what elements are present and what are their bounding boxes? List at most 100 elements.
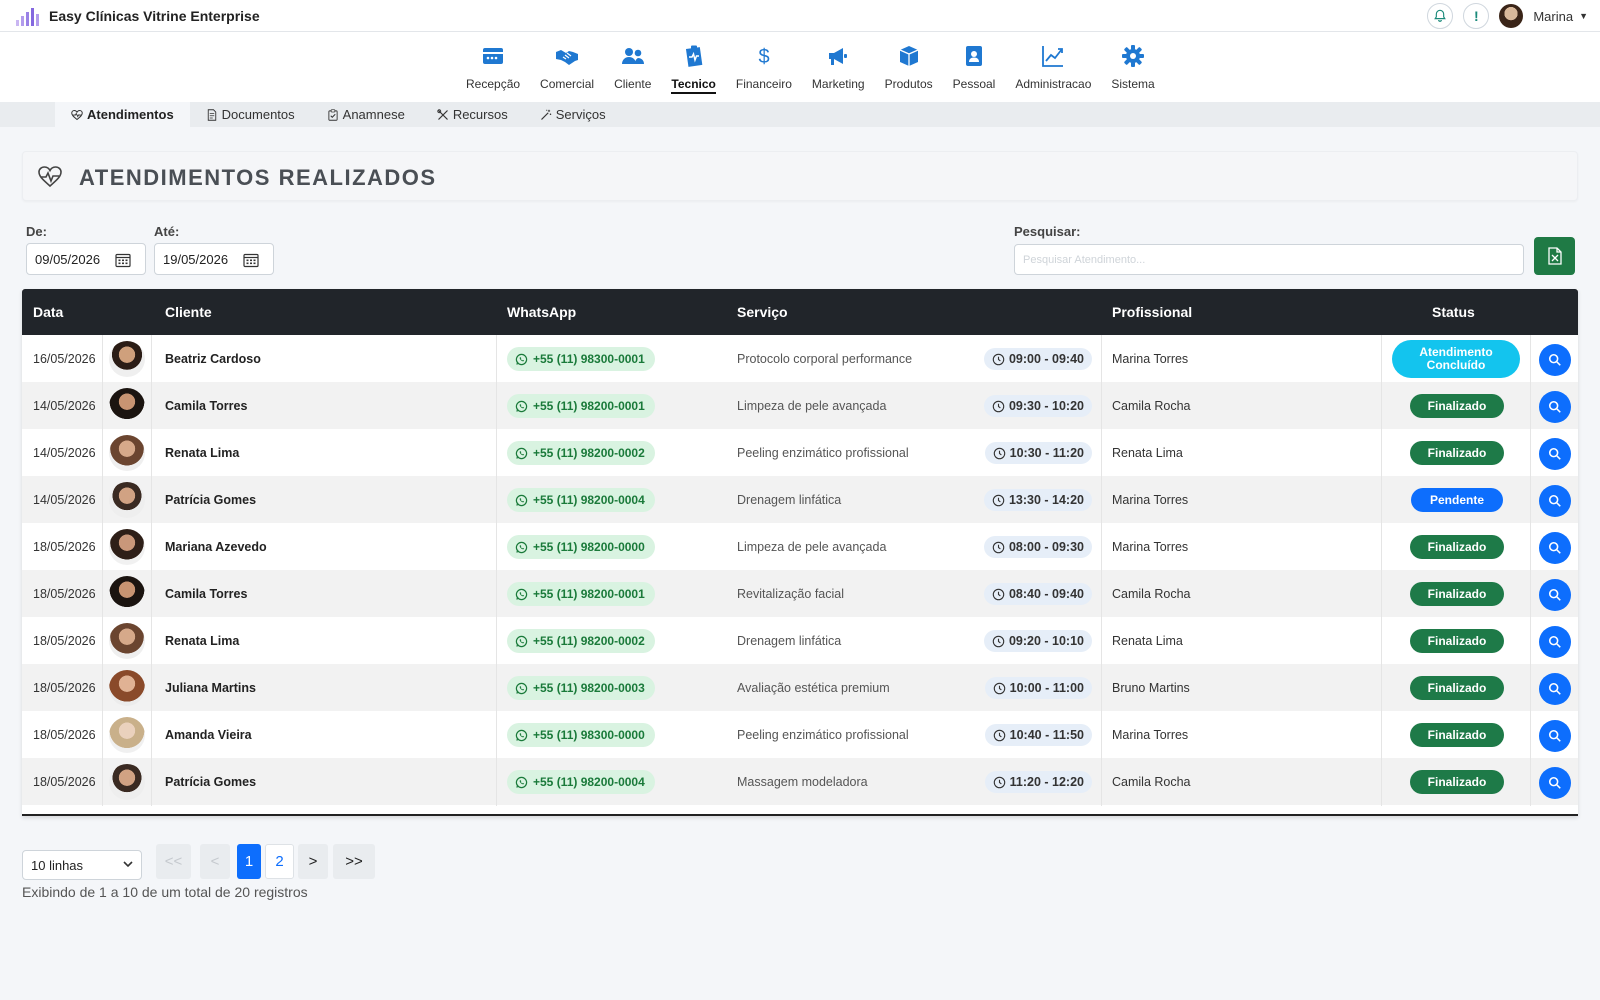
whatsapp-link[interactable]: +55 (11) 98200-0001	[507, 582, 655, 606]
table-row: 18/05/2026 Juliana Martins +55 (11) 9820…	[22, 664, 1578, 712]
whatsapp-link[interactable]: +55 (11) 98200-0002	[507, 629, 655, 653]
whatsapp-link[interactable]: +55 (11) 98200-0004	[507, 770, 655, 794]
view-details-button[interactable]	[1539, 767, 1571, 799]
professional-name: Camila Rocha	[1112, 775, 1191, 789]
client-avatar-cell	[109, 664, 145, 712]
header-date[interactable]: Data	[33, 304, 63, 320]
professional-name: Camila Rocha	[1112, 587, 1191, 601]
nav-item-administracao[interactable]: Administracao	[1005, 44, 1101, 94]
page-1-button[interactable]: 1	[237, 844, 261, 879]
chevron-down-icon[interactable]: ▼	[1579, 11, 1588, 21]
client-name: Patrícia Gomes	[165, 775, 257, 789]
header-service[interactable]: Serviço	[737, 304, 788, 320]
calendar-icon[interactable]	[115, 252, 131, 268]
view-details-button[interactable]	[1539, 673, 1571, 705]
export-excel-button[interactable]	[1534, 237, 1575, 275]
nav-label: Financeiro	[735, 77, 792, 91]
search-label: Pesquisar:	[1014, 224, 1081, 239]
view-details-button[interactable]	[1539, 485, 1571, 517]
time-range: 09:20 - 10:10	[1008, 634, 1084, 648]
prev-page-button[interactable]: <	[200, 844, 230, 879]
nav-item-cliente[interactable]: Cliente	[604, 44, 661, 94]
first-page-button[interactable]: <<	[156, 844, 191, 879]
search-input[interactable]	[1014, 244, 1524, 275]
column-divider	[1381, 476, 1382, 524]
whatsapp-link[interactable]: +55 (11) 98200-0004	[507, 488, 655, 512]
from-date-value: 09/05/2026	[35, 251, 101, 267]
page-2-button[interactable]: 2	[265, 844, 294, 879]
clock-icon	[993, 729, 1006, 742]
tab-recursos[interactable]: Recursos	[421, 102, 524, 127]
whatsapp-icon	[515, 541, 528, 554]
whatsapp-link[interactable]: +55 (11) 98200-0002	[507, 441, 655, 465]
calendar-icon[interactable]	[243, 252, 259, 268]
whatsapp-cell: +55 (11) 98300-0000	[507, 711, 655, 759]
view-details-button[interactable]	[1539, 438, 1571, 470]
alerts-button[interactable]: !	[1463, 3, 1490, 29]
nav-item-comercial[interactable]: Comercial	[530, 44, 604, 94]
to-date-value: 19/05/2026	[163, 251, 229, 267]
view-details-button[interactable]	[1539, 720, 1571, 752]
header-professional[interactable]: Profissional	[1112, 304, 1192, 320]
whatsapp-number: +55 (11) 98200-0000	[533, 540, 645, 554]
client-avatar-cell	[109, 382, 145, 430]
document-icon	[206, 108, 218, 121]
tab-atendimentos[interactable]: Atendimentos	[55, 102, 190, 127]
nav-item-financeiro[interactable]: $ Financeiro	[726, 44, 802, 94]
search-icon	[1548, 541, 1562, 555]
whatsapp-icon	[515, 776, 528, 789]
user-avatar[interactable]	[1499, 4, 1524, 28]
view-details-button[interactable]	[1539, 532, 1571, 564]
view-details-button[interactable]	[1539, 391, 1571, 423]
nav-item-sistema[interactable]: Sistema	[1101, 44, 1164, 94]
time-badge: 08:00 - 09:30	[983, 536, 1092, 558]
client-name: Juliana Martins	[165, 681, 256, 695]
header-whatsapp[interactable]: WhatsApp	[507, 304, 576, 320]
last-page-button[interactable]: >>	[333, 844, 375, 879]
from-date-input[interactable]: 09/05/2026	[26, 243, 146, 275]
view-details-button[interactable]	[1539, 344, 1571, 376]
date-cell: 14/05/2026	[33, 399, 96, 413]
nav-item-marketing[interactable]: Marketing	[802, 44, 875, 94]
clipboard-pulse-icon	[682, 44, 706, 68]
column-divider	[102, 523, 103, 571]
column-divider	[1381, 711, 1382, 759]
column-divider	[496, 758, 497, 806]
whatsapp-link[interactable]: +55 (11) 98300-0001	[507, 347, 655, 371]
column-divider	[1101, 523, 1102, 571]
column-divider	[102, 335, 103, 383]
nav-label: Cliente	[614, 77, 652, 91]
tab-anamnese[interactable]: Anamnese	[311, 102, 421, 127]
view-details-button[interactable]	[1539, 579, 1571, 611]
tab-documentos[interactable]: Documentos	[190, 102, 311, 127]
service-name: Limpeza de pele avançada	[737, 399, 887, 413]
notifications-button[interactable]	[1427, 3, 1454, 29]
column-divider	[496, 570, 497, 618]
clock-icon	[992, 400, 1005, 413]
client-name: Amanda Vieira	[165, 728, 252, 742]
whatsapp-icon	[515, 447, 528, 460]
nav-item-pessoal[interactable]: Pessoal	[943, 44, 1006, 94]
whatsapp-link[interactable]: +55 (11) 98200-0003	[507, 676, 655, 700]
whatsapp-link[interactable]: +55 (11) 98200-0000	[507, 535, 655, 559]
whatsapp-link[interactable]: +55 (11) 98300-0000	[507, 723, 655, 747]
whatsapp-link[interactable]: +55 (11) 98200-0001	[507, 394, 655, 418]
user-name[interactable]: Marina	[1533, 9, 1573, 24]
nav-item-produtos[interactable]: Produtos	[875, 44, 943, 94]
whatsapp-number: +55 (11) 98200-0002	[533, 446, 645, 460]
next-page-button[interactable]: >	[298, 844, 328, 879]
nav-label: Produtos	[884, 77, 933, 91]
view-details-button[interactable]	[1539, 626, 1571, 658]
nav-item-recepcao[interactable]: Recepção	[456, 44, 530, 94]
whatsapp-cell: +55 (11) 98200-0001	[507, 382, 655, 430]
to-date-input[interactable]: 19/05/2026	[154, 243, 274, 275]
header-client[interactable]: Cliente	[165, 304, 212, 320]
column-divider	[1101, 335, 1102, 383]
header-status[interactable]: Status	[1432, 304, 1475, 320]
nav-label: Sistema	[1111, 77, 1155, 91]
nav-item-tecnico[interactable]: Tecnico	[661, 44, 725, 94]
whatsapp-icon	[515, 494, 528, 507]
client-name: Renata Lima	[165, 446, 240, 460]
tab-servicos[interactable]: Serviços	[524, 102, 622, 127]
column-divider	[1101, 711, 1102, 759]
